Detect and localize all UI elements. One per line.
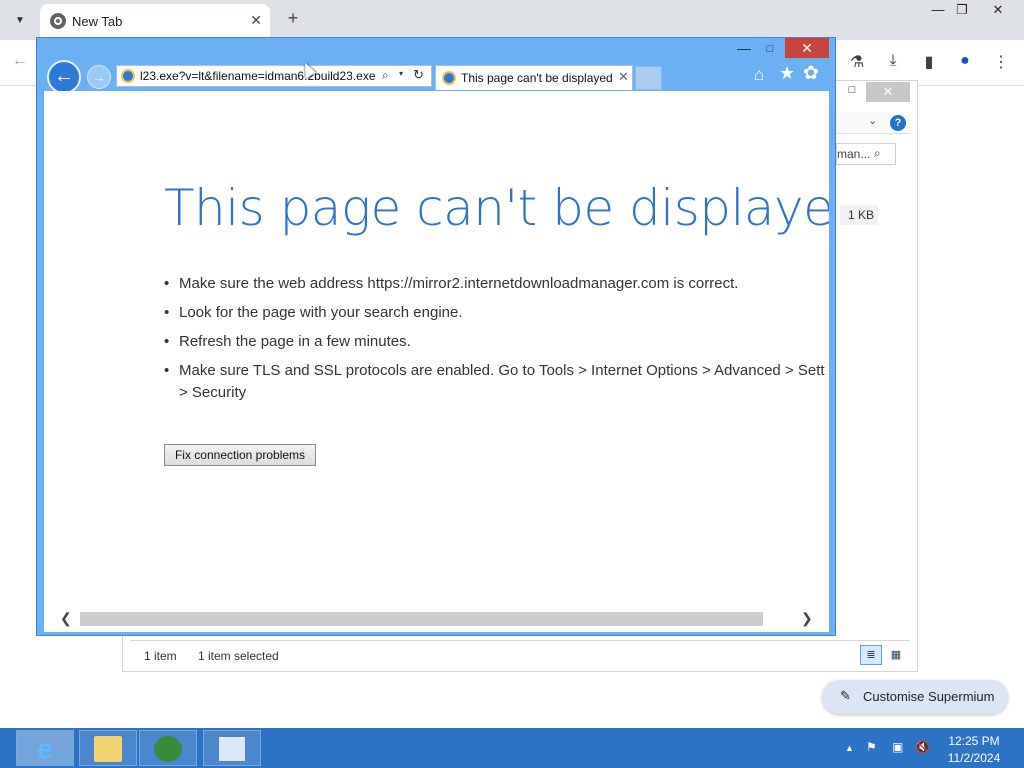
item-count: 1 item [144, 649, 177, 663]
selection-count: 1 item selected [198, 649, 279, 663]
page-title: This page can't be displayed [164, 179, 829, 237]
labs-flask-icon[interactable]: ⚗ [846, 52, 868, 74]
scroll-left-icon[interactable]: ❮ [60, 610, 72, 627]
show-hidden-icons-icon[interactable]: ▲ [845, 743, 854, 753]
ie-minimize-button[interactable]: — [732, 40, 756, 58]
suggestion-text: Make sure the web address https://mirror… [179, 275, 739, 292]
tab-close-icon[interactable]: ✕ [618, 69, 629, 85]
folder-icon [94, 736, 122, 762]
explorer-close-button[interactable]: ✕ [866, 82, 910, 102]
bullet: • [164, 333, 170, 350]
search-icon[interactable]: ⌕ [382, 68, 389, 83]
new-tab-button[interactable]: + [282, 8, 304, 30]
taskbar-browser[interactable] [139, 730, 197, 766]
fix-connection-button[interactable]: Fix connection problems [164, 444, 316, 466]
clock-date[interactable]: 11/2/2024 [946, 751, 1002, 765]
list-item: • Make sure the web address https://mirro… [164, 273, 829, 295]
taskbar-network-tool[interactable] [203, 730, 261, 766]
ie-maximize-button[interactable]: □ [758, 40, 782, 58]
tab-close-icon[interactable]: ✕ [250, 12, 262, 29]
suggestion-list: • Make sure the web address https://mirro… [164, 273, 829, 411]
tab-title: This page can't be displayed [461, 71, 613, 85]
profile-icon[interactable]: ● [954, 52, 976, 74]
explorer-maximize-button[interactable]: □ [840, 84, 864, 100]
action-center-flag-icon[interactable]: ⚑ [866, 740, 877, 754]
address-bar[interactable]: l23.exe?v=lt&filename=idman6.2build23.ex… [116, 65, 432, 87]
large-icons-view-icon[interactable]: ▦ [886, 645, 906, 665]
clock-time[interactable]: 12:25 PM [946, 734, 1002, 748]
forward-button[interactable]: → [87, 65, 111, 89]
suggestion-text: Refresh the page in a few minutes. [179, 333, 411, 350]
horizontal-scrollbar[interactable]: ❮ ❯ [44, 608, 829, 630]
address-dropdown-icon[interactable]: ▾ [399, 69, 403, 78]
suggestion-text: > Security [179, 384, 247, 401]
search-icon[interactable]: ⌕ [874, 146, 881, 161]
home-icon[interactable]: ⌂ [754, 65, 764, 85]
download-icon[interactable]: ⤓ [882, 52, 904, 74]
tab-search-button[interactable]: ▼ [8, 8, 32, 32]
back-button[interactable]: ← [47, 60, 81, 94]
bullet: • [164, 362, 170, 379]
explorer-status-bar: 1 item 1 item selected ≣ ▦ [130, 640, 910, 670]
file-size-cell: 1 KB [840, 205, 878, 225]
network-icon[interactable]: ▣ [892, 740, 903, 754]
internet-explorer-window: — □ ✕ ← → l23.exe?v=lt&filename=idman6.2… [36, 37, 836, 636]
chevron-down-icon[interactable]: ⌄ [868, 114, 877, 127]
menu-dots-icon[interactable]: ⋮ [990, 52, 1012, 74]
new-tab-button[interactable] [635, 66, 662, 90]
restore-button[interactable]: ❐ [944, 2, 980, 22]
ie-tab-icon [442, 71, 456, 85]
list-item: • Refresh the page in a few minutes. [164, 331, 829, 353]
taskbar-file-explorer[interactable] [79, 730, 137, 766]
side-panel-icon[interactable]: ▮ [918, 52, 940, 74]
monitor-icon [218, 736, 246, 762]
ie-page-icon [121, 69, 135, 83]
browser-tabstrip: ▼ New Tab ✕ + — ❐ ✕ [0, 0, 1024, 40]
internet-explorer-icon: e [37, 733, 53, 764]
chrome-icon [50, 13, 66, 29]
customise-label: Customise Supermium [863, 689, 995, 704]
refresh-icon[interactable]: ↻ [413, 67, 424, 83]
ie-close-button[interactable]: ✕ [785, 38, 829, 58]
bullet: • [164, 275, 170, 292]
list-item: • Look for the page with your search engi… [164, 302, 829, 324]
volume-muted-icon[interactable]: 🔇 [915, 740, 930, 754]
details-view-icon[interactable]: ≣ [860, 645, 882, 665]
tab-error-page[interactable]: This page can't be displayed ✕ [435, 65, 633, 90]
close-button[interactable]: ✕ [980, 2, 1016, 22]
address-input[interactable]: l23.exe?v=lt&filename=idman6.2build23.ex… [140, 69, 380, 83]
list-item: • Make sure TLS and SSL protocols are ena… [164, 360, 829, 382]
list-item-continuation: > Security [164, 382, 829, 404]
suggestion-text: Make sure TLS and SSL protocols are enab… [179, 362, 825, 379]
bullet: • [164, 304, 170, 321]
gear-icon[interactable]: ✿ [803, 62, 819, 85]
back-arrow-icon[interactable]: ← [12, 52, 28, 70]
explorer-search-input[interactable]: man... [836, 143, 896, 165]
globe-icon [154, 736, 182, 762]
page-content: This page can't be displayed • Make sure … [44, 91, 829, 632]
suggestion-text: Look for the page with your search engin… [179, 304, 463, 321]
pencil-icon: ✎ [840, 688, 851, 703]
customise-supermium-button[interactable]: ✎ Customise Supermium [822, 680, 1008, 714]
help-icon[interactable]: ? [890, 115, 906, 131]
taskbar-internet-explorer[interactable]: e [16, 730, 74, 766]
tab-new-tab[interactable]: New Tab ✕ [40, 4, 270, 40]
scroll-thumb[interactable] [80, 612, 763, 626]
favorites-star-icon[interactable]: ★ [779, 63, 795, 84]
scroll-right-icon[interactable]: ❯ [801, 610, 813, 627]
tab-title: New Tab [72, 14, 123, 29]
